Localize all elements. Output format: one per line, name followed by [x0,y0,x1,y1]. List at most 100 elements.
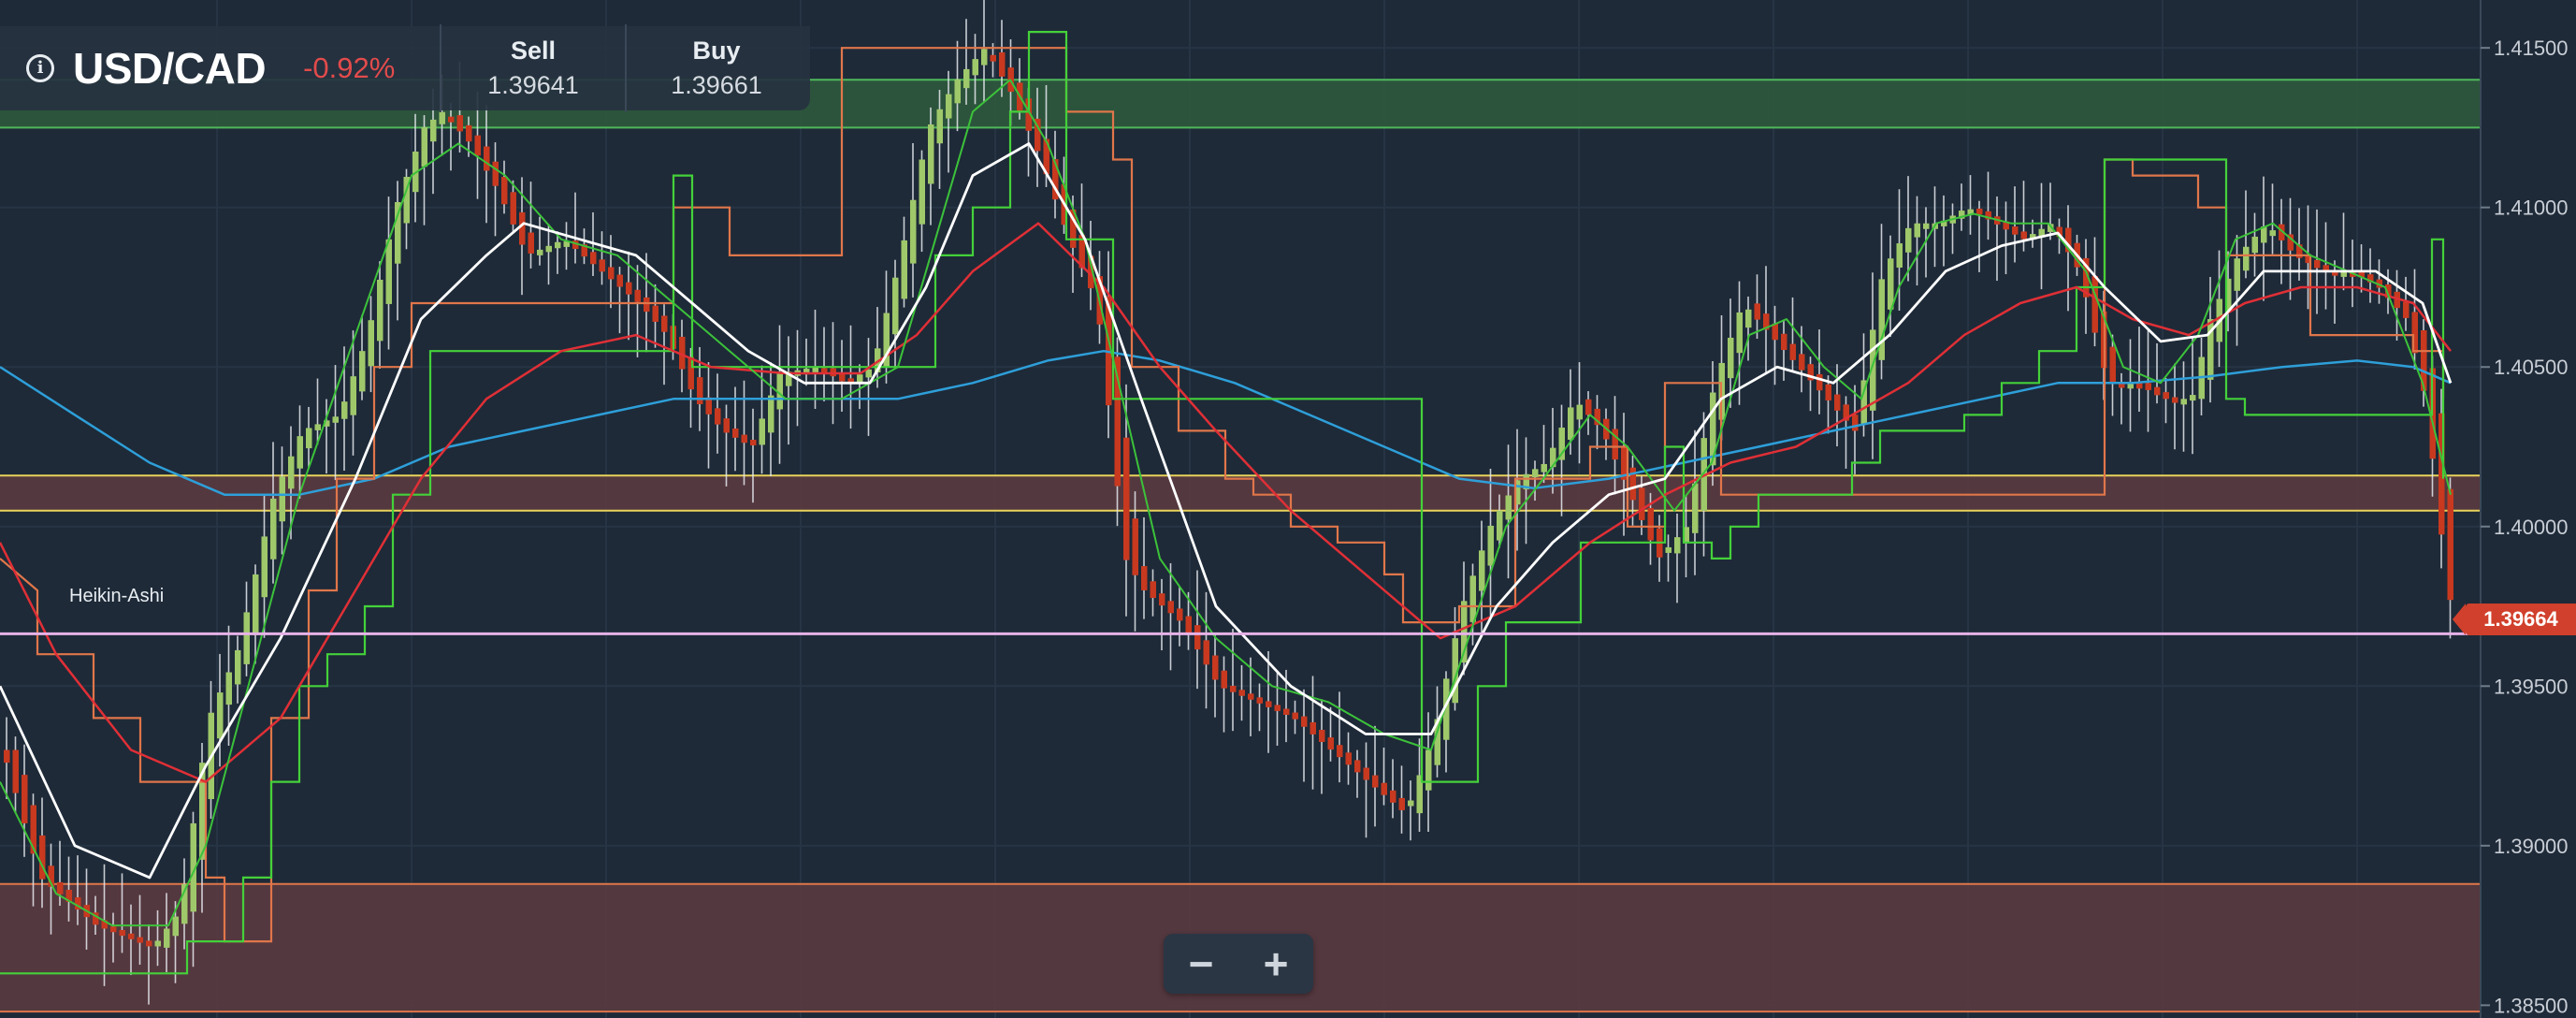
candle-bear [2109,346,2116,384]
candle-bear [528,232,534,254]
candle-bear [1799,354,1805,371]
candle-bull [430,119,437,142]
candle-bull [1674,537,1681,554]
candle-bear [2314,259,2321,269]
price-tick-label: 1.41500 [2494,36,2569,60]
zoom-in-button[interactable]: + [1246,938,1306,990]
candle-bull [350,376,356,415]
price-tick-label: 1.41000 [2494,196,2569,220]
candle-bear [466,124,472,142]
candle-bear [519,211,526,245]
candle-bull [919,159,925,225]
candle-bull [164,928,170,948]
buy-button[interactable]: Buy 1.39661 [625,24,808,112]
candle-bull [1425,749,1432,791]
candle-bear [1319,730,1325,742]
candle-bull [1541,463,1547,473]
candle-bull [2251,236,2258,254]
candle-bear [590,252,597,265]
current-price-tag: 1.39664 [2453,604,2576,635]
candle-bull [235,649,241,685]
candle-bear [1781,333,1787,351]
zoom-control: − + [1164,934,1313,994]
candle-bear [1301,716,1308,727]
candle-bear [2172,397,2178,403]
candle-bear [1177,608,1183,621]
candle-bull [1905,227,1912,253]
candle-bear [1185,616,1192,634]
candle-bull [421,127,427,167]
zoom-out-button[interactable]: − [1171,938,1231,990]
candle-bear [1390,790,1397,803]
candle-bear [608,267,615,280]
candle-bull [2234,258,2240,291]
candle-bear [652,305,658,322]
candle-bear [1248,693,1254,700]
candle-bull [270,498,277,560]
candle-bear [661,315,668,332]
candle-bull [2269,230,2276,237]
candle-bear [1203,640,1209,665]
candle-bear [119,929,125,937]
info-icon[interactable]: i [26,54,54,82]
candle-bull [1408,800,1414,807]
candle-bear [634,289,641,302]
candle-bear [12,749,19,793]
candle-bear [1345,752,1352,765]
candle-bear [1647,507,1654,541]
candle-bull [1487,525,1494,566]
sell-button[interactable]: Sell 1.39641 [440,24,627,112]
chart-type-label: Heikin-Ashi [69,586,165,606]
candle-bull [261,536,268,598]
candle-bear [2020,231,2027,240]
candle-bear [616,274,623,287]
candle-bear [137,937,143,943]
candle-bear [1327,737,1334,750]
candle-bear [1337,745,1343,758]
candle-bear [1194,625,1201,650]
candle-bull [972,59,978,76]
candle-bear [1132,518,1138,575]
candle-bear [599,259,605,272]
candle-bear [1141,566,1148,590]
candle-bull [439,111,445,124]
candle-bear [1354,760,1361,773]
candle-bear [990,54,996,62]
candle-bear [57,881,64,894]
candle-bear [484,146,490,171]
candle-bull [954,79,961,104]
candle-bear [1363,767,1369,780]
candle-bear [1167,601,1174,614]
candle-bear [2012,226,2019,235]
candle-bear [644,297,650,313]
candle-bear [715,408,721,425]
candle-bull [1692,483,1699,533]
candle-bull [946,94,952,119]
candle-bull [1728,337,1734,379]
candle-bull [1745,309,1752,328]
candle-bear [1398,797,1405,810]
candle-bull [1878,279,1885,360]
candle-bear [1159,593,1165,606]
candle-bull [253,574,259,635]
candle-bear [1283,708,1290,715]
candle-bear [1816,373,1823,391]
candle-bear [1772,323,1778,341]
candle-bear [1256,697,1263,704]
candle-bull [537,249,543,255]
candle-bear [1150,581,1156,599]
candle-bull [1736,312,1743,354]
price-change-percent: -0.92% [303,51,396,84]
candle-bear [1221,670,1227,689]
candle-bear [39,835,46,880]
price-chart[interactable]: 1.41500 1.41000 1.40500 1.40000 1.39500 1.390… [0,0,2576,1018]
candle-bear [2154,386,2161,396]
price-tick-label: 1.40500 [2494,356,2569,379]
candle-bull [555,241,561,249]
candle-bear [2145,383,2151,390]
candle-bear [2136,383,2143,389]
price-tick-label: 1.40000 [2494,516,2569,539]
candle-bull [385,239,392,304]
instrument-header: i USD/CAD -0.92% Sell 1.39641 Buy 1.3966… [0,24,810,112]
candle-bear [1825,384,1831,401]
